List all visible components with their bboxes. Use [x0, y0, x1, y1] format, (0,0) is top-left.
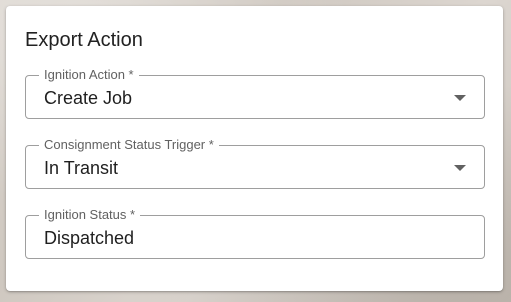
export-action-card: Export Action Ignition Action * Create J… [6, 6, 503, 291]
ignition-status-label: Ignition Status * [39, 208, 141, 222]
chevron-down-icon[interactable] [454, 95, 466, 101]
ignition-action-select[interactable]: Ignition Action * Create Job [25, 68, 485, 119]
consignment-status-trigger-label: Consignment Status Trigger * [39, 138, 219, 152]
chevron-down-icon[interactable] [454, 165, 466, 171]
ignition-action-label: Ignition Action * [39, 68, 139, 82]
ignition-status-input[interactable] [44, 228, 444, 248]
ignition-action-value: Create Job [44, 88, 133, 108]
consignment-status-trigger-value: In Transit [44, 158, 119, 178]
consignment-status-trigger-select[interactable]: Consignment Status Trigger * In Transit [25, 138, 485, 189]
ignition-status-field[interactable]: Ignition Status * [25, 208, 485, 259]
card-title: Export Action [25, 29, 143, 51]
